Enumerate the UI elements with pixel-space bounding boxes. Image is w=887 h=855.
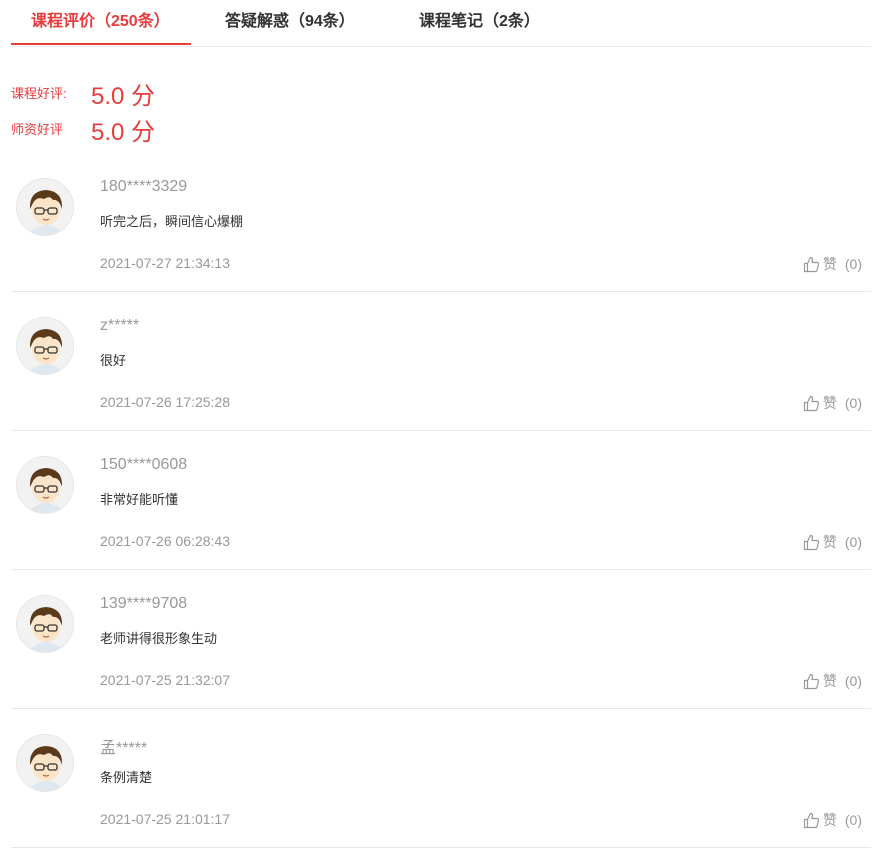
review-item: 180****3329 听完之后，瞬间信心爆棚 2021-07-27 21:34… — [11, 153, 871, 292]
review-item: 150****0608 非常好能听懂 2021-07-26 06:28:43 赞… — [11, 431, 871, 570]
like-button[interactable]: 赞 (0) — [803, 810, 862, 830]
review-timestamp: 2021-07-25 21:01:17 — [100, 811, 230, 827]
course-rating-label: 课程好评: — [11, 86, 67, 101]
teacher-rating-value: 5.0 分 — [91, 119, 156, 146]
like-button[interactable]: 赞 (0) — [803, 671, 862, 691]
teacher-rating-label: 师资好评 — [11, 122, 64, 137]
user-avatar[interactable] — [16, 734, 74, 792]
thumbs-up-icon — [803, 395, 819, 411]
avatar-cartoon-icon — [17, 457, 73, 513]
review-tabs: 课程评价（250条） 答疑解惑（94条） 课程笔记（2条） — [11, 0, 871, 47]
thumbs-up-icon — [803, 256, 819, 272]
active-tab-indicator — [11, 43, 191, 45]
like-count: (0) — [844, 256, 862, 272]
like-count: (0) — [844, 673, 862, 689]
tab-course-reviews[interactable]: 课程评价（250条） — [31, 0, 170, 46]
avatar-cartoon-icon — [17, 596, 73, 652]
like-button[interactable]: 赞 (0) — [803, 254, 862, 274]
like-count: (0) — [844, 395, 862, 411]
review-username: z***** — [100, 317, 140, 334]
user-avatar[interactable] — [16, 178, 74, 236]
like-count: (0) — [844, 534, 862, 550]
review-comment: 听完之后，瞬间信心爆棚 — [100, 214, 244, 229]
review-item: 孟***** 条例清楚 2021-07-25 21:01:17 赞 (0) — [11, 709, 871, 848]
like-label: 赞 — [822, 395, 837, 411]
review-timestamp: 2021-07-27 21:34:13 — [100, 255, 230, 271]
like-label: 赞 — [822, 812, 837, 828]
avatar-cartoon-icon — [17, 179, 73, 235]
user-avatar[interactable] — [16, 456, 74, 514]
user-avatar[interactable] — [16, 317, 74, 375]
review-username: 孟***** — [100, 740, 148, 757]
like-label: 赞 — [822, 534, 837, 550]
like-button[interactable]: 赞 (0) — [803, 532, 862, 552]
review-comment: 非常好能听懂 — [100, 492, 179, 507]
like-button[interactable]: 赞 (0) — [803, 393, 862, 413]
like-label: 赞 — [822, 256, 837, 272]
review-comment: 老师讲得很形象生动 — [100, 631, 218, 646]
avatar-cartoon-icon — [17, 318, 73, 374]
review-username: 139****9708 — [100, 595, 188, 612]
review-timestamp: 2021-07-26 17:25:28 — [100, 394, 230, 410]
review-item: z***** 很好 2021-07-26 17:25:28 赞 (0) — [11, 292, 871, 431]
thumbs-up-icon — [803, 812, 819, 828]
review-username: 150****0608 — [100, 456, 188, 473]
avatar-cartoon-icon — [17, 735, 73, 791]
review-comment: 很好 — [100, 353, 127, 368]
thumbs-up-icon — [803, 534, 819, 550]
course-rating-value: 5.0 分 — [91, 83, 156, 110]
like-count: (0) — [844, 812, 862, 828]
thumbs-up-icon — [803, 673, 819, 689]
review-username: 180****3329 — [100, 178, 188, 195]
review-item: 139****9708 老师讲得很形象生动 2021-07-25 21:32:0… — [11, 570, 871, 709]
tab-qa[interactable]: 答疑解惑（94条） — [225, 0, 355, 46]
review-timestamp: 2021-07-25 21:32:07 — [100, 672, 230, 688]
user-avatar[interactable] — [16, 595, 74, 653]
review-timestamp: 2021-07-26 06:28:43 — [100, 533, 230, 549]
like-label: 赞 — [822, 673, 837, 689]
review-comment: 条例清楚 — [100, 770, 153, 785]
tab-course-notes[interactable]: 课程笔记（2条） — [419, 0, 540, 46]
